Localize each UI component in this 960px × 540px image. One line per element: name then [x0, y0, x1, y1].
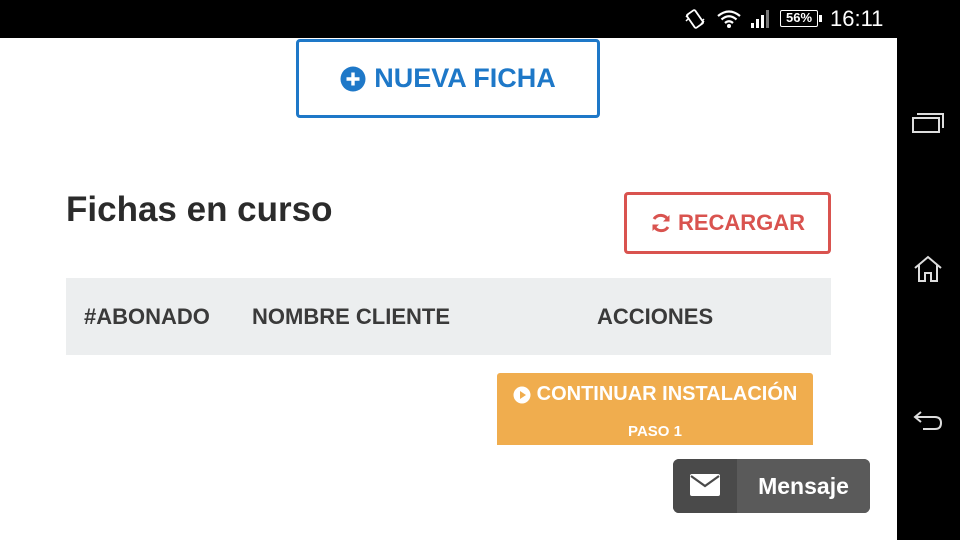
- reload-button[interactable]: RECARGAR: [624, 192, 831, 254]
- continue-installation-label: CONTINUAR INSTALACIÓN: [536, 383, 798, 405]
- new-record-button[interactable]: NUEVA FICHA: [296, 39, 600, 118]
- wifi-icon: [717, 10, 741, 28]
- new-record-label: NUEVA FICHA: [374, 63, 556, 93]
- column-header-acciones: ACCIONES: [597, 304, 714, 329]
- column-header-nombre-cliente: NOMBRE CLIENTE: [252, 304, 450, 329]
- app-content: NUEVA FICHA Fichas en curso RECARGAR #AB…: [0, 38, 897, 540]
- section-title: Fichas en curso: [66, 190, 333, 229]
- refresh-icon: [652, 213, 670, 233]
- clock: 16:11: [830, 6, 884, 31]
- message-label: Mensaje: [737, 459, 870, 513]
- plus-circle-icon: [340, 66, 366, 91]
- column-header-abonado: #ABONADO: [84, 304, 210, 329]
- continue-installation-button[interactable]: CONTINUAR INSTALACIÓN PASO 1: [497, 373, 813, 445]
- home-icon[interactable]: [911, 254, 945, 284]
- battery-indicator: 56%: [780, 10, 822, 27]
- recent-apps-icon[interactable]: [911, 108, 945, 138]
- signal-icon: [751, 10, 769, 28]
- back-icon[interactable]: [911, 404, 945, 434]
- message-icon-box: [673, 459, 737, 513]
- navigation-bar: [897, 38, 960, 540]
- envelope-icon: [690, 474, 720, 496]
- continue-installation-main: CONTINUAR INSTALACIÓN: [497, 383, 813, 406]
- step-label: PASO 1: [628, 423, 682, 440]
- message-widget[interactable]: Mensaje: [673, 459, 870, 513]
- vibrate-icon: [685, 9, 705, 29]
- play-circle-icon: [513, 386, 531, 403]
- reload-label: RECARGAR: [677, 210, 806, 235]
- status-bar: 56% 16:11: [0, 0, 960, 38]
- table-header: #ABONADO NOMBRE CLIENTE ACCIONES: [66, 278, 831, 355]
